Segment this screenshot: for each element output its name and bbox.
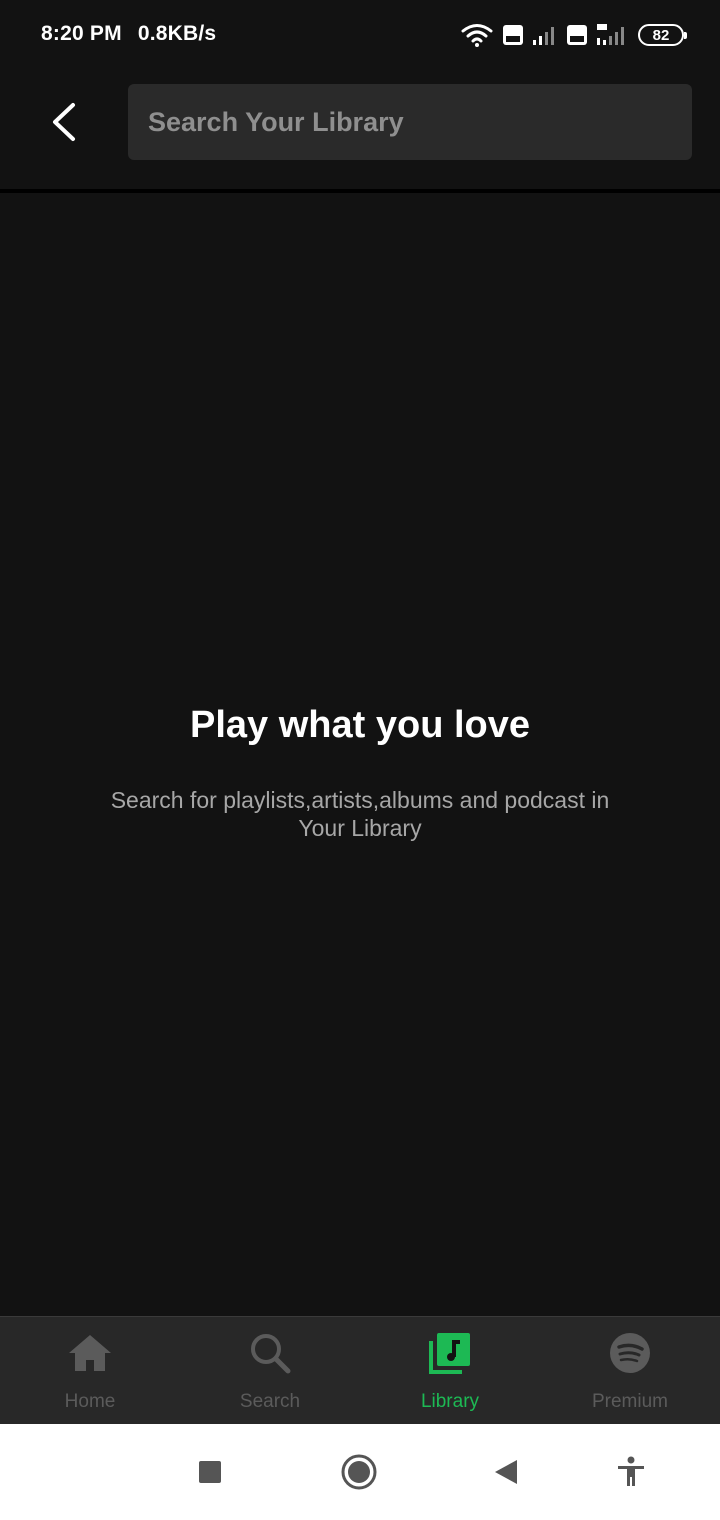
search-input[interactable] <box>148 106 692 138</box>
status-time: 8:20 PM <box>41 22 122 45</box>
accessibility-button[interactable] <box>609 1450 653 1494</box>
library-search-header <box>0 70 720 190</box>
nav-library-label: Library <box>420 1391 480 1412</box>
nav-search[interactable]: Search <box>180 1317 360 1425</box>
bottom-navigation: Home Search Library Premium <box>0 1316 720 1424</box>
volte-icon <box>502 24 524 46</box>
back-button[interactable] <box>36 92 92 152</box>
back-nav-button[interactable] <box>484 1450 528 1494</box>
4g-signal-icon <box>596 23 630 47</box>
chevron-left-icon <box>53 103 75 141</box>
search-field[interactable] <box>128 84 692 160</box>
spotify-icon <box>610 1333 650 1373</box>
volte-icon <box>566 24 588 46</box>
home-button[interactable] <box>337 1450 381 1494</box>
signal-icon <box>532 24 558 46</box>
home-icon <box>69 1335 111 1371</box>
system-navigation-bar <box>0 1424 720 1520</box>
battery-level: 82 <box>652 26 670 44</box>
nav-search-label: Search <box>239 1391 301 1412</box>
empty-state-title: Play what you love <box>190 704 530 746</box>
status-icons: 82 <box>460 20 687 50</box>
accessibility-icon <box>618 1456 644 1486</box>
nav-home-label: Home <box>64 1391 116 1412</box>
nav-home[interactable]: Home <box>0 1317 180 1425</box>
battery-icon: 82 <box>638 24 687 46</box>
recents-button[interactable] <box>188 1450 232 1494</box>
wifi-icon <box>460 22 494 48</box>
search-icon <box>251 1334 291 1374</box>
library-content: Play what you love Search for playlists,… <box>0 193 720 1316</box>
nav-premium-label: Premium <box>591 1391 668 1412</box>
status-left: 8:20 PM 0.8KB/s <box>41 22 226 46</box>
empty-state-subtitle: Search for playlists,artists,albums and … <box>110 787 610 841</box>
nav-library[interactable]: Library <box>360 1317 540 1425</box>
network-speed: 0.8KB/s <box>137 22 217 45</box>
status-bar: 8:20 PM 0.8KB/s 82 <box>0 0 720 70</box>
home-circle-icon <box>341 1454 377 1490</box>
back-triangle-icon <box>495 1460 517 1484</box>
recents-square-icon <box>199 1461 221 1483</box>
library-icon <box>429 1333 470 1374</box>
nav-premium[interactable]: Premium <box>540 1317 720 1425</box>
